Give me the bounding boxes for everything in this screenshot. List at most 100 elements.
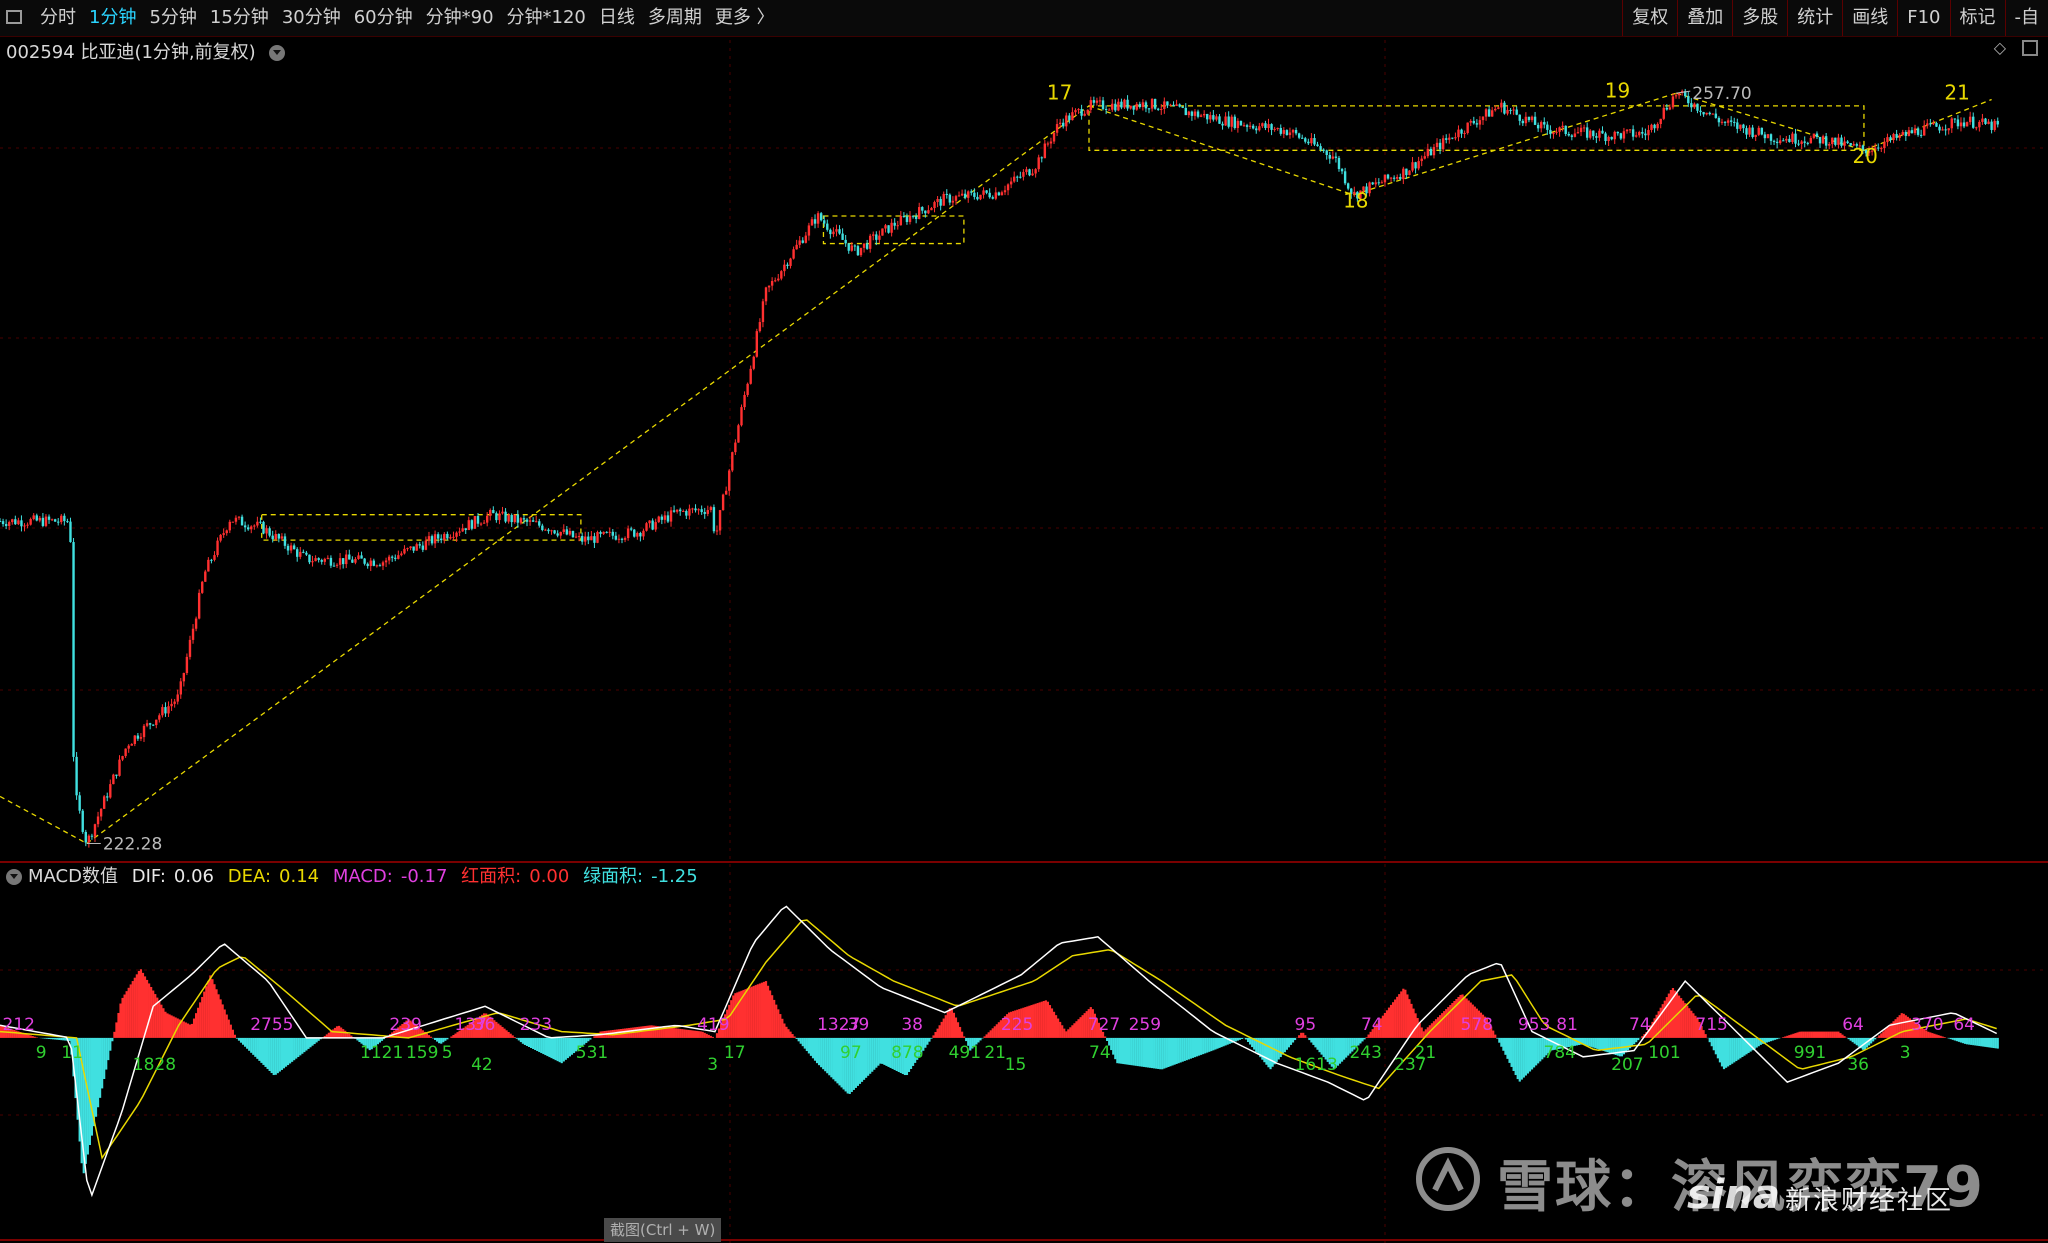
candle-body (1463, 132, 1466, 134)
candle-body (1546, 124, 1549, 130)
candle-body (1040, 157, 1043, 159)
screenshot-hint[interactable]: 截图(Ctrl + W) (604, 1218, 722, 1242)
candle-body (1019, 176, 1022, 178)
candle-body (761, 301, 765, 323)
candle-body (375, 565, 379, 567)
macd-area-label: 953 (1518, 1015, 1550, 1035)
candle-body (1726, 120, 1730, 123)
candle-body (1644, 133, 1647, 136)
candle-body (1294, 129, 1298, 134)
candle-body (1117, 101, 1120, 111)
candle-body (320, 559, 323, 562)
candle-body (1803, 141, 1806, 143)
candle-body (685, 510, 688, 516)
candle-body (1144, 102, 1148, 109)
candle-body (911, 215, 915, 217)
candle-body (1935, 122, 1938, 127)
candle-body (1445, 138, 1448, 140)
candle-body (23, 525, 26, 527)
candle-body (1552, 132, 1555, 135)
candle-body (1576, 132, 1580, 134)
candle-body (1809, 137, 1813, 144)
candle-body (1653, 124, 1656, 129)
candle-body (99, 808, 103, 817)
candle-body (994, 192, 998, 199)
candle-body (1386, 174, 1390, 179)
candle-body (170, 703, 173, 707)
chevron-down-icon[interactable] (6, 869, 22, 885)
candle-body (1628, 129, 1632, 131)
candle-body (709, 507, 713, 511)
candle-body (191, 628, 195, 640)
candle-body (1494, 108, 1497, 111)
candle-body (1034, 169, 1037, 174)
candle-body (657, 516, 660, 523)
candle-body (1, 521, 5, 525)
candle-body (363, 558, 366, 564)
candle-body (20, 520, 23, 527)
price-labels: 222.28 257.70 (86, 84, 1752, 854)
candle-body (158, 715, 161, 720)
candle-body (908, 215, 912, 222)
candle-body (1714, 113, 1718, 118)
candle-body (777, 278, 780, 281)
candle-body (636, 532, 639, 537)
candle-body (1962, 122, 1966, 127)
candle-body (875, 234, 878, 240)
candle-body (1371, 182, 1374, 185)
candle-body (1607, 136, 1610, 142)
candle-body (1147, 108, 1151, 110)
candle-body (1114, 103, 1117, 111)
candle-body (1052, 132, 1056, 142)
candle-body (1782, 140, 1785, 142)
candle-body (268, 528, 271, 536)
candle-body (587, 536, 590, 541)
candles (0, 88, 1999, 848)
candle-body (675, 509, 679, 512)
candle-body (556, 533, 559, 536)
candle-body (485, 515, 489, 523)
candle-body (109, 784, 112, 798)
candle-body (1598, 130, 1601, 138)
candle-body (1824, 136, 1828, 146)
candle-body (740, 407, 743, 426)
candle-body (1236, 120, 1240, 128)
macd-area-label: 11 (61, 1043, 83, 1063)
candle-body (1046, 143, 1050, 145)
candle-body (841, 233, 844, 240)
macd-area-label: 21 (1415, 1043, 1437, 1063)
macd-header: MACD数值 DIF: 0.06 DEA: 0.14 MACD: -0.17 红面积:… (6, 862, 706, 888)
candle-body (1120, 101, 1123, 108)
candle-body (366, 563, 369, 567)
candle-body (611, 531, 615, 536)
candle-body (1972, 116, 1975, 128)
candle-body (694, 508, 697, 511)
candle-body (731, 452, 734, 471)
candle-body (1843, 141, 1846, 146)
macd-value: -0.17 (400, 866, 448, 887)
candle-body (510, 515, 513, 523)
candle-body (1754, 134, 1757, 138)
candle-body (1880, 148, 1883, 150)
candle-body (724, 490, 728, 495)
candle-body (535, 521, 538, 523)
macd-area-label: 1121 (360, 1043, 403, 1063)
candle-body (574, 536, 578, 538)
candle-body (770, 281, 774, 286)
candle-body (1319, 146, 1322, 150)
candle-body (1484, 109, 1488, 117)
watermark-sub: 新浪财经社区 (1785, 1186, 1954, 1216)
candle-body (1668, 107, 1672, 110)
candle-body (884, 225, 887, 229)
candle-body (430, 536, 434, 544)
macd-area-label: 715 (1695, 1015, 1727, 1035)
candle-body (1196, 111, 1200, 117)
macd-name: MACD数值 (28, 866, 118, 887)
candle-body (476, 516, 480, 524)
candle-body (927, 210, 930, 214)
candle-body (749, 368, 752, 384)
candle-body (1227, 116, 1230, 127)
candle-body (1380, 182, 1384, 184)
candle-body (813, 219, 817, 224)
candle-body (345, 554, 348, 565)
